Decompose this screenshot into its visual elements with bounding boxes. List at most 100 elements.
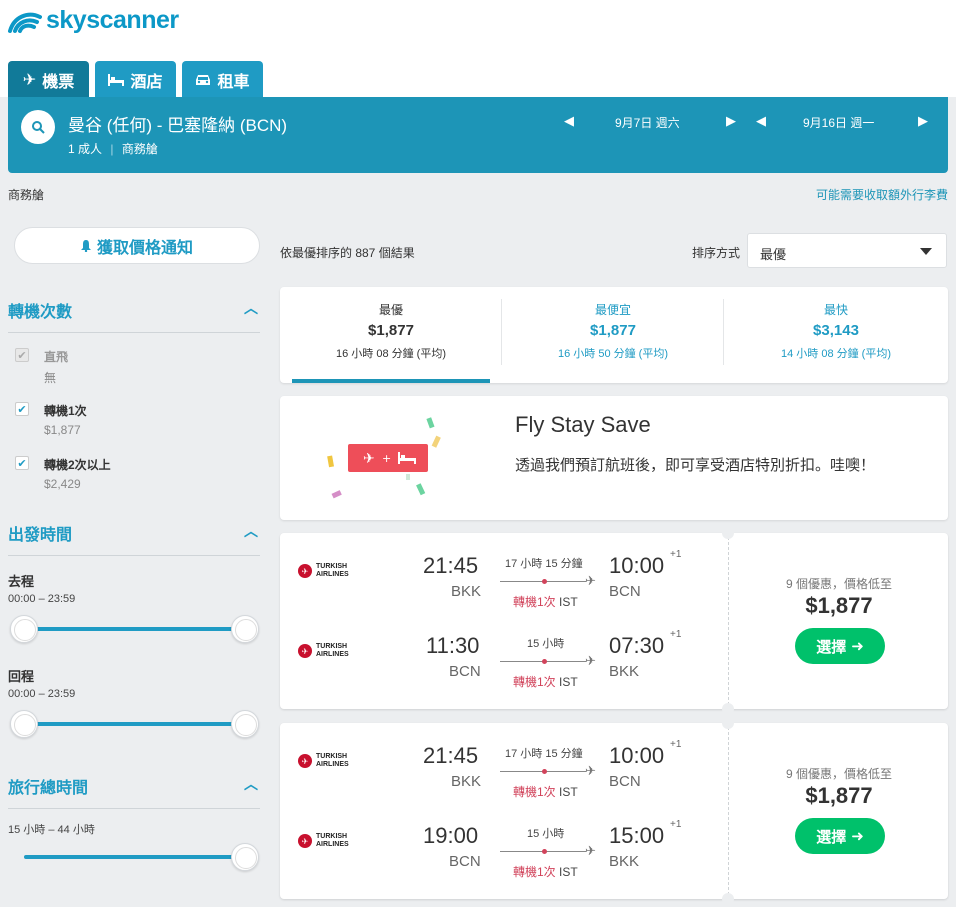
divider bbox=[728, 537, 729, 705]
duration-slider-handle[interactable] bbox=[231, 843, 259, 871]
flight-result-card[interactable]: ✈ TURKISH AIRLINES 21:45 BKK 17 小時 15 分鐘… bbox=[280, 717, 948, 905]
arrival-time: 07:30 bbox=[609, 633, 665, 658]
fly-stay-save-banner[interactable]: ✈ + Fly Stay Save 透過我們預訂航班後，即可享受酒店特別折扣。哇… bbox=[280, 396, 948, 520]
departure-time: 21:45 bbox=[423, 553, 479, 578]
stops-section-header[interactable]: 轉機次數 ︿ bbox=[8, 298, 260, 333]
prev-depart-date-icon[interactable]: ◀ bbox=[564, 113, 574, 129]
next-return-date-icon[interactable]: ▶ bbox=[918, 113, 928, 129]
cabin-class-label: 商務艙 bbox=[8, 188, 45, 202]
next-day-indicator: +1 bbox=[670, 549, 682, 560]
search-summary-bar[interactable]: 曼谷 (任何) - 巴塞隆納 (BCN) 1 成人 | 商務艙 ◀ 9月7日 週… bbox=[8, 97, 948, 173]
search-button[interactable] bbox=[21, 110, 55, 144]
direct-checkbox[interactable]: ✔ bbox=[15, 348, 29, 362]
divider bbox=[728, 727, 729, 895]
departure-times-section-header[interactable]: 出發時間 ︿ bbox=[8, 521, 260, 556]
select-label: 選擇 bbox=[816, 638, 847, 656]
return-slider-max-handle[interactable] bbox=[231, 710, 259, 738]
direct-price: 無 bbox=[44, 371, 57, 385]
ticket-notch bbox=[722, 703, 734, 715]
summary-heading: 最便宜 bbox=[594, 303, 631, 317]
return-slider-min-handle[interactable] bbox=[10, 710, 38, 738]
price: $1,877 bbox=[805, 593, 873, 618]
journey-duration-section-header[interactable]: 旅行總時間 ︿ bbox=[8, 774, 260, 809]
plane-icon: ✈ bbox=[22, 71, 37, 89]
next-day-indicator: +1 bbox=[670, 739, 682, 750]
return-label: 回程 bbox=[8, 669, 35, 684]
stops-info: 轉機1次 IST bbox=[513, 673, 578, 690]
prev-return-date-icon[interactable]: ◀ bbox=[756, 113, 766, 129]
chevron-up-icon[interactable]: ︿ bbox=[244, 774, 258, 794]
arrival-time: 10:00 bbox=[609, 553, 665, 578]
two-plus-stops-label: 轉機2次以上 bbox=[44, 458, 111, 472]
sort-select[interactable]: 最優 bbox=[747, 233, 947, 268]
arrival-airport: BCN bbox=[609, 583, 641, 600]
return-range: 00:00 – 23:59 bbox=[8, 688, 76, 700]
departure-time: 11:30 bbox=[426, 633, 480, 658]
passengers: 1 成人 bbox=[68, 142, 103, 156]
airline-logo: ✈ TURKISH AIRLINES bbox=[298, 753, 356, 769]
divider: | bbox=[110, 142, 114, 156]
return-date[interactable]: 9月16日 週一 bbox=[803, 114, 874, 131]
cabin-class: 商務艙 bbox=[121, 142, 158, 156]
tab-hotels[interactable]: 酒店 bbox=[95, 61, 176, 98]
promo-text: 透過我們預訂航班後，即可享受酒店特別折扣。哇噢！ bbox=[515, 457, 876, 474]
outbound-slider-max-handle[interactable] bbox=[231, 615, 259, 643]
summary-duration: 14 小時 08 分鐘 (平均) bbox=[780, 348, 892, 360]
stops-count: 轉機1次 bbox=[513, 785, 556, 799]
next-day-indicator: +1 bbox=[670, 819, 682, 830]
skyscanner-logo-icon bbox=[8, 12, 42, 33]
tab-label: 機票 bbox=[42, 73, 75, 91]
tab-flights[interactable]: ✈ 機票 bbox=[8, 61, 89, 98]
outbound-slider-track[interactable] bbox=[24, 627, 246, 631]
departure-airport: BKK bbox=[451, 583, 482, 600]
stop-dot bbox=[542, 769, 547, 774]
return-slider-track[interactable] bbox=[24, 722, 246, 726]
stops-count: 轉機1次 bbox=[513, 595, 556, 609]
plane-icon: ✈ bbox=[585, 573, 596, 588]
airline-logo: ✈ TURKISH AIRLINES bbox=[298, 643, 356, 659]
summary-best[interactable]: 最優 $1,877 16 小時 08 分鐘 (平均) bbox=[292, 287, 490, 383]
summary-fastest[interactable]: 最快 $3,143 14 小時 08 分鐘 (平均) bbox=[724, 287, 948, 383]
stops-count: 轉機1次 bbox=[513, 675, 556, 689]
sort-summary-tabs: 最優 $1,877 16 小時 08 分鐘 (平均) 最便宜 $1,877 16… bbox=[280, 287, 948, 383]
one-stop-checkbox[interactable]: ✔ bbox=[15, 402, 29, 416]
arrival-airport: BKK bbox=[609, 663, 640, 680]
baggage-fees-link[interactable]: 可能需要收取額外行李費 bbox=[816, 186, 948, 203]
outbound-slider-min-handle[interactable] bbox=[10, 615, 38, 643]
stops-info: 轉機1次 IST bbox=[513, 783, 578, 800]
tab-car-hire[interactable]: 租車 bbox=[182, 61, 263, 98]
duration-range: 15 小時 – 44 小時 bbox=[8, 824, 95, 836]
select-button[interactable]: 選擇 ➜ bbox=[795, 628, 885, 664]
logo-text: skyscanner bbox=[46, 6, 179, 34]
price: $1,877 bbox=[805, 783, 873, 808]
next-depart-date-icon[interactable]: ▶ bbox=[726, 113, 736, 129]
flight-result-card[interactable]: ✈ TURKISH AIRLINES 21:45 BKK 17 小時 15 分鐘… bbox=[280, 527, 948, 715]
airline-name: TURKISH AIRLINES bbox=[316, 833, 349, 848]
depart-date[interactable]: 9月7日 週六 bbox=[615, 114, 680, 131]
passenger-cabin-text[interactable]: 1 成人 | 商務艙 bbox=[68, 140, 158, 157]
summary-duration: 16 小時 50 分鐘 (平均) bbox=[557, 348, 669, 360]
two-plus-stops-price: $2,429 bbox=[44, 477, 81, 491]
stops-title: 轉機次數 bbox=[8, 304, 73, 321]
two-plus-stops-checkbox[interactable]: ✔ bbox=[15, 456, 29, 470]
flight-duration: 17 小時 15 分鐘 bbox=[505, 748, 583, 760]
skyscanner-logo[interactable]: skyscanner bbox=[6, 6, 179, 35]
chevron-up-icon[interactable]: ︿ bbox=[244, 521, 258, 541]
stops-info: 轉機1次 IST bbox=[513, 863, 578, 880]
summary-cheapest[interactable]: 最便宜 $1,877 16 小時 50 分鐘 (平均) bbox=[502, 287, 724, 383]
results-count: 依最優排序的 887 個結果 bbox=[280, 246, 415, 260]
price-alert-button[interactable]: 獲取價格通知 bbox=[14, 227, 260, 264]
ticket-notch bbox=[722, 527, 734, 539]
departure-time: 21:45 bbox=[423, 743, 479, 768]
duration-slider-track[interactable] bbox=[24, 855, 246, 859]
select-button[interactable]: 選擇 ➜ bbox=[795, 818, 885, 854]
tab-label: 租車 bbox=[217, 73, 250, 91]
stop-dot bbox=[542, 849, 547, 854]
one-stop-price: $1,877 bbox=[44, 423, 81, 437]
departure-times-title: 出發時間 bbox=[8, 527, 73, 544]
arrival-time: 10:00 bbox=[609, 743, 665, 768]
chevron-up-icon[interactable]: ︿ bbox=[244, 298, 258, 318]
sort-label: 排序方式 bbox=[692, 246, 741, 260]
route-text[interactable]: 曼谷 (任何) - 巴塞隆納 (BCN) bbox=[68, 111, 287, 136]
active-tab-indicator bbox=[292, 379, 490, 383]
